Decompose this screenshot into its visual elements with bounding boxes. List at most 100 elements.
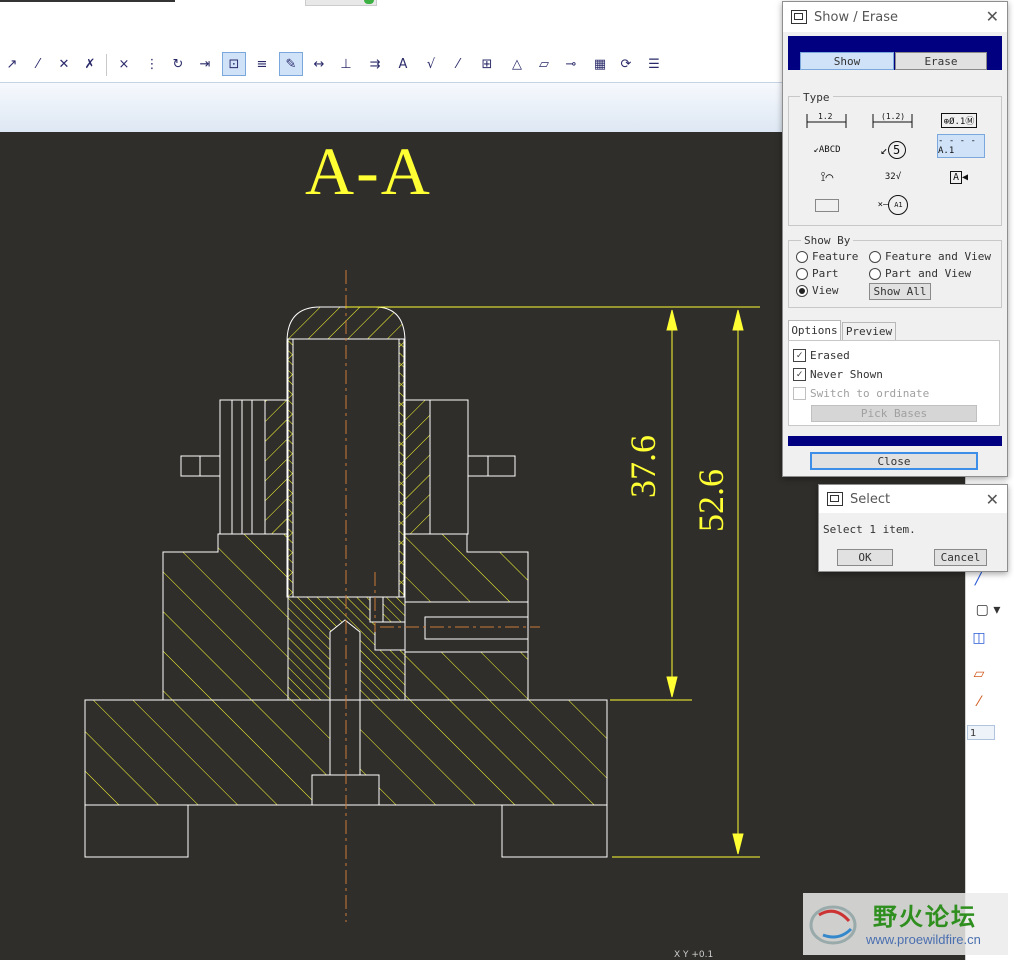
mirror-icon[interactable]: ◫ [968,628,990,648]
preview-tab[interactable]: Preview [842,322,896,340]
type-datum-button[interactable]: A ◀ [935,165,983,189]
type-note-button[interactable]: ↙ABCD [803,138,851,162]
type-datum-target-button[interactable]: ×— A1 [869,193,917,217]
type-axis-button[interactable]: - - - -A.1 [937,134,985,158]
slash-icon[interactable]: ⁄ [968,692,990,712]
type-gtol-button[interactable]: ⊕Ø.1Ⓜ [935,108,983,132]
radio-view-label: View [812,284,839,297]
folder-icon[interactable]: ▱ [532,52,556,76]
radio-feature-view-label: Feature and View [885,250,991,263]
delete-annotations-icon[interactable]: ✗ [78,52,102,76]
gtol-type-icon: ⊕Ø.1Ⓜ [940,112,978,128]
left-foot [84,804,189,858]
bolt [329,619,361,700]
select-title: Select [850,491,891,507]
type-balloon-text: 5 [887,141,906,159]
type-refdim-text: (1.2) [881,112,905,121]
close-label: Close [877,454,911,468]
type-cosmetic-button[interactable] [803,193,851,217]
note-type-icon: ↙ABCD [813,145,841,155]
select-titlebar[interactable]: Select ✕ [819,485,1007,513]
type-weld-button[interactable]: ⟟⌒ [803,165,851,189]
datum-icon[interactable]: △ [505,52,529,76]
table-icon[interactable]: ▦ [588,52,612,76]
datum-type-icon: A ◀ [949,170,968,184]
bolt-shank [329,699,361,776]
ok-button[interactable]: OK [837,549,893,566]
select-close-icon[interactable]: ✕ [986,490,999,509]
pick-bases-label: Pick Bases [860,407,928,420]
axis-type-icon: - - - -A.1 [938,136,976,156]
balloon-type-icon: ↙ 5 [880,141,906,159]
radio-feature-dot [796,250,808,263]
type-dim-text: 1.2 [818,112,833,121]
collar-left-hatch [264,399,289,535]
show-erase-icon[interactable]: ✎ [279,52,303,76]
radio-feature-and-view[interactable]: Feature and View [869,250,991,263]
erase-tab-button[interactable]: Erase [895,52,987,70]
show-erase-titlebar[interactable]: Show / Erase ✕ [783,2,1007,32]
show-annotations-icon[interactable]: ⁄ [26,52,50,76]
move-to-view-icon[interactable]: ⇥ [193,52,217,76]
options-tab[interactable]: Options [788,320,841,340]
type-group-label: Type [800,91,833,104]
radio-part-view-label: Part and View [885,267,972,280]
show-erase-dialog: Show / Erase ✕ Show Erase Type 1.2 (1.2)… [782,1,1008,477]
type-balloon-button[interactable]: ↙ 5 [869,138,917,162]
repeat-region-icon[interactable]: ⟳ [614,52,638,76]
arrange-icon[interactable]: ⋮ [140,52,164,76]
datum-target-type-icon: ×— A1 [878,195,909,215]
delete-icon[interactable]: × [112,52,136,76]
table-rows-icon[interactable]: ≡ [250,52,274,76]
radio-part-and-view[interactable]: Part and View [869,267,971,280]
cancel-button[interactable]: Cancel [934,549,987,566]
section-label[interactable]: A-A [305,132,432,211]
dimension-37-6[interactable]: 37.6 [622,408,664,498]
align-icon[interactable]: ⇉ [363,52,387,76]
dimension-52-6[interactable]: 52.6 [690,442,732,532]
check-never-shown[interactable]: ✓ Never Shown [793,368,883,381]
parallelogram-icon[interactable]: ▱ [968,664,990,684]
dimension-type-icon: 1.2 [806,112,847,128]
note-icon[interactable]: A [391,52,415,76]
radio-part[interactable]: Part [796,267,839,280]
radio-feature-label: Feature [812,250,859,263]
type-note-text: ABCD [818,145,841,155]
box-dropdown-icon[interactable]: ▢ ▾ [968,600,1008,620]
radio-feature[interactable]: Feature [796,250,858,263]
show-all-button[interactable]: Show All [869,283,931,300]
check-switch-ordinate[interactable]: Switch to ordinate [793,387,929,400]
type-dimension-button[interactable]: 1.2 [803,108,851,132]
close-button[interactable]: Close [810,452,978,470]
ordinate-icon[interactable]: ⊥ [334,52,358,76]
close-icon[interactable]: ✕ [986,7,999,26]
erase-tab-label: Erase [924,54,958,68]
show-hide-icon[interactable]: ↗ [0,52,24,76]
surface-finish-icon[interactable]: √ [419,52,443,76]
erase-annotations-icon[interactable]: ✕ [52,52,76,76]
check-switch-box [793,387,806,400]
type-surface-finish-button[interactable]: 32√ [869,165,917,189]
update-icon[interactable]: ↻ [166,52,190,76]
lock-view-icon[interactable]: ⊡ [222,52,246,76]
radio-view[interactable]: View [796,284,839,297]
surface-finish-type-icon: 32√ [884,172,902,182]
type-ref-dimension-button[interactable]: (1.2) [869,108,917,132]
bom-icon[interactable]: ☰ [642,52,666,76]
spinner-input[interactable]: 1 [967,725,995,740]
show-by-label: Show By [801,234,854,247]
dimension-icon[interactable]: ↔ [307,52,331,76]
watermark-logo-icon [809,905,857,945]
balloon-icon[interactable]: ⊸ [559,52,583,76]
title-underline [0,0,175,2]
check-erased[interactable]: ✓ Erased [793,349,850,362]
pick-bases-button[interactable]: Pick Bases [811,405,977,422]
top-bar [0,0,780,48]
ok-label: OK [858,551,872,564]
type-datum-text: A [949,170,962,184]
symbol-icon[interactable]: ⁄ [446,52,470,76]
radio-feature-view-dot [869,250,881,263]
gtol-icon[interactable]: ⊞ [475,52,499,76]
show-tab-button[interactable]: Show [800,52,894,70]
cosmetic-type-icon [815,198,839,212]
